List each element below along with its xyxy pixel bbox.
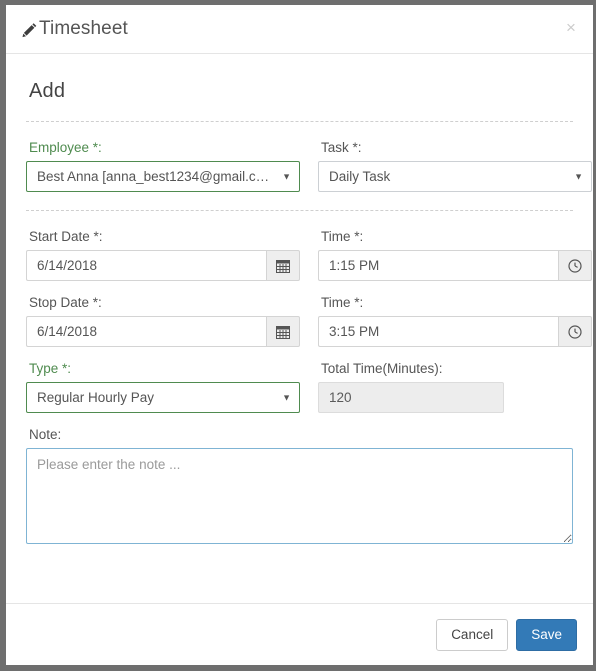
- note-label: Note:: [29, 427, 62, 442]
- save-button[interactable]: Save: [516, 618, 577, 651]
- start-date-label: Start Date *:: [29, 229, 103, 244]
- section-divider-top: [26, 121, 573, 122]
- field-stop-date: Stop Date *:: [26, 295, 300, 347]
- stop-date-input[interactable]: [26, 316, 266, 347]
- task-select[interactable]: Daily Task: [318, 161, 592, 192]
- total-time-group: [318, 382, 592, 413]
- stop-time-label: Time *:: [321, 295, 364, 310]
- field-employee: Employee *: Best Anna [anna_best1234@gma…: [26, 140, 300, 192]
- field-type: Type *: Regular Hourly Pay ▼: [26, 361, 300, 413]
- stop-time-group: [318, 316, 592, 347]
- total-time-input: [318, 382, 504, 413]
- form-row-type-total: Type *: Regular Hourly Pay ▼ Total Time(…: [26, 361, 573, 413]
- type-select-wrap: Regular Hourly Pay ▼: [26, 382, 300, 413]
- stop-date-group: [26, 316, 300, 347]
- calendar-icon[interactable]: [266, 250, 300, 281]
- clock-icon[interactable]: [558, 250, 592, 281]
- stop-date-label: Stop Date *:: [29, 295, 102, 310]
- total-time-label: Total Time(Minutes):: [321, 361, 443, 376]
- pencil-icon: [22, 22, 38, 38]
- task-select-wrap: Daily Task ▼: [318, 161, 592, 192]
- modal-title: Timesheet: [22, 18, 128, 40]
- start-date-input[interactable]: [26, 250, 266, 281]
- start-date-group: [26, 250, 300, 281]
- cancel-button[interactable]: Cancel: [436, 618, 509, 651]
- modal-title-text: Timesheet: [39, 18, 128, 39]
- employee-label: Employee *:: [29, 140, 102, 155]
- application-window: Timesheet × Add Employee *: Best Anna [a…: [0, 0, 596, 671]
- close-icon[interactable]: ×: [561, 18, 581, 38]
- start-time-label: Time *:: [321, 229, 364, 244]
- stop-time-input[interactable]: [318, 316, 558, 347]
- employee-select-wrap: Best Anna [anna_best1234@gmail.com] ▼: [26, 161, 300, 192]
- field-start-date: Start Date *:: [26, 229, 300, 281]
- form-row-stop: Stop Date *: 6/14/2018 Time *: 3:15 PM: [26, 295, 592, 347]
- type-select[interactable]: Regular Hourly Pay: [26, 382, 300, 413]
- note-textarea[interactable]: [26, 448, 573, 544]
- employee-select[interactable]: Best Anna [anna_best1234@gmail.com]: [26, 161, 300, 192]
- modal-header: Timesheet ×: [6, 5, 593, 54]
- type-label: Type *:: [29, 361, 72, 376]
- start-time-group: [318, 250, 592, 281]
- modal-footer: Cancel Save: [6, 603, 593, 665]
- timesheet-modal: Timesheet × Add Employee *: Best Anna [a…: [6, 5, 593, 665]
- start-time-input[interactable]: [318, 250, 558, 281]
- modal-body: Add Employee *: Best Anna [anna_best1234…: [6, 54, 593, 603]
- field-start-time: Time *:: [318, 229, 592, 281]
- field-note: Note:: [26, 427, 573, 544]
- field-total-time: Total Time(Minutes):: [318, 361, 592, 413]
- clock-icon[interactable]: [558, 316, 592, 347]
- task-label: Task *:: [321, 140, 362, 155]
- form-row-employee-task: Employee *: Best Anna [anna_best1234@gma…: [26, 140, 592, 192]
- section-divider-middle: [26, 210, 573, 211]
- calendar-icon[interactable]: [266, 316, 300, 347]
- page-title: Add: [29, 80, 66, 102]
- field-task: Task *: Daily Task ▼: [318, 140, 592, 192]
- form-row-start: Start Date *: 6/14/2018 Time *: 1:15 PM: [26, 229, 592, 281]
- field-stop-time: Time *:: [318, 295, 592, 347]
